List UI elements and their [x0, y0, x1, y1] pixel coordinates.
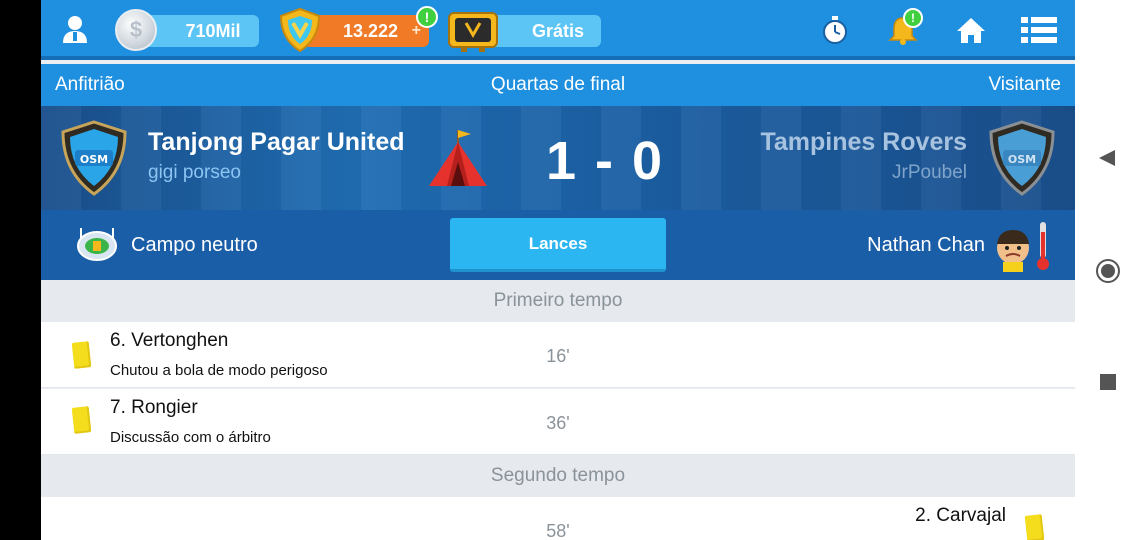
gold-shield-icon — [279, 7, 321, 53]
coins-alert-badge: ! — [416, 6, 438, 28]
app-screen: 710Mil $ 13.222 + ! Grátis ! Anfitrião Q… — [41, 0, 1075, 540]
home-icon[interactable] — [953, 12, 989, 48]
away-team-name[interactable]: Tampines Rovers — [760, 128, 967, 157]
first-half-header: Primeiro tempo — [41, 280, 1075, 322]
top-bar: 710Mil $ 13.222 + ! Grátis ! — [41, 0, 1075, 60]
event-minute: 36' — [546, 413, 570, 433]
notifications-alert-badge: ! — [903, 8, 923, 28]
venue-label: Campo neutro — [131, 234, 258, 256]
event-row[interactable]: 6. Vertonghen Chutou a bola de modo peri… — [41, 322, 1075, 388]
match-round-bar: Anfitrião Quartas de final Visitante — [41, 64, 1075, 106]
away-manager-name[interactable]: JrPoubel — [892, 162, 967, 184]
stadium-icon — [77, 228, 117, 261]
stopwatch-icon[interactable] — [817, 12, 853, 48]
menu-list-icon[interactable] — [1021, 12, 1057, 48]
recents-icon[interactable] — [1099, 373, 1117, 391]
profile-icon[interactable] — [57, 12, 93, 48]
match-info-bar: Campo neutro Lances Nathan Chan — [41, 210, 1075, 280]
event-row[interactable]: 7. Rongier Discussão com o árbitro 36' — [41, 389, 1075, 455]
yellow-card-icon — [1024, 514, 1045, 540]
silver-coin-icon: $ — [115, 9, 157, 51]
tv-icon — [448, 12, 498, 52]
event-minute: 16' — [546, 346, 570, 366]
referee-name[interactable]: Nathan Chan — [867, 234, 985, 257]
free-offer-button[interactable]: Grátis — [481, 15, 601, 47]
home-nav-icon[interactable] — [1095, 258, 1121, 284]
event-row[interactable]: 2. Carvajal 58' — [41, 497, 1075, 540]
referee-avatar-icon[interactable] — [991, 220, 1053, 272]
away-side-label: Visitante — [988, 74, 1061, 95]
match-events-button[interactable]: Lances — [450, 218, 666, 272]
round-title: Quartas de final — [490, 74, 626, 95]
scoreboard: OSM Tanjong Pagar United gigi porseo 1 -… — [41, 106, 1075, 210]
second-half-header: Segundo tempo — [41, 455, 1075, 497]
svg-text:OSM: OSM — [1008, 153, 1036, 166]
back-icon[interactable] — [1095, 148, 1117, 168]
event-minute: 58' — [546, 521, 570, 540]
away-team-badge-icon[interactable]: OSM — [987, 120, 1057, 196]
system-navigation-bar — [1075, 0, 1140, 540]
